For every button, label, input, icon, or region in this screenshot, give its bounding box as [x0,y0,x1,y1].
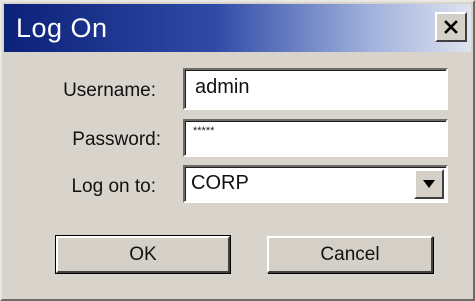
password-value: ***** [193,125,215,137]
ok-label: OK [129,243,157,265]
title-bar[interactable]: Log On [4,4,471,52]
cancel-button[interactable]: Cancel [267,236,433,273]
window-title: Log On [16,13,108,43]
username-label: Username: [63,80,156,101]
dropdown-button[interactable] [414,169,444,199]
chevron-down-icon [423,180,435,188]
close-button[interactable] [435,12,467,42]
ok-button[interactable]: OK [55,235,231,274]
logon-to-label: Log on to: [71,176,156,197]
logon-to-value: CORP [191,172,249,194]
password-field[interactable]: ***** [183,119,448,157]
logon-to-select[interactable]: CORP [183,165,448,203]
logon-dialog: Log On Username: admin Password: ***** L… [0,0,475,301]
cancel-label: Cancel [320,243,380,265]
close-icon [444,20,458,34]
username-value: admin [195,76,250,98]
username-field[interactable]: admin [183,68,448,110]
password-label: Password: [72,129,161,150]
